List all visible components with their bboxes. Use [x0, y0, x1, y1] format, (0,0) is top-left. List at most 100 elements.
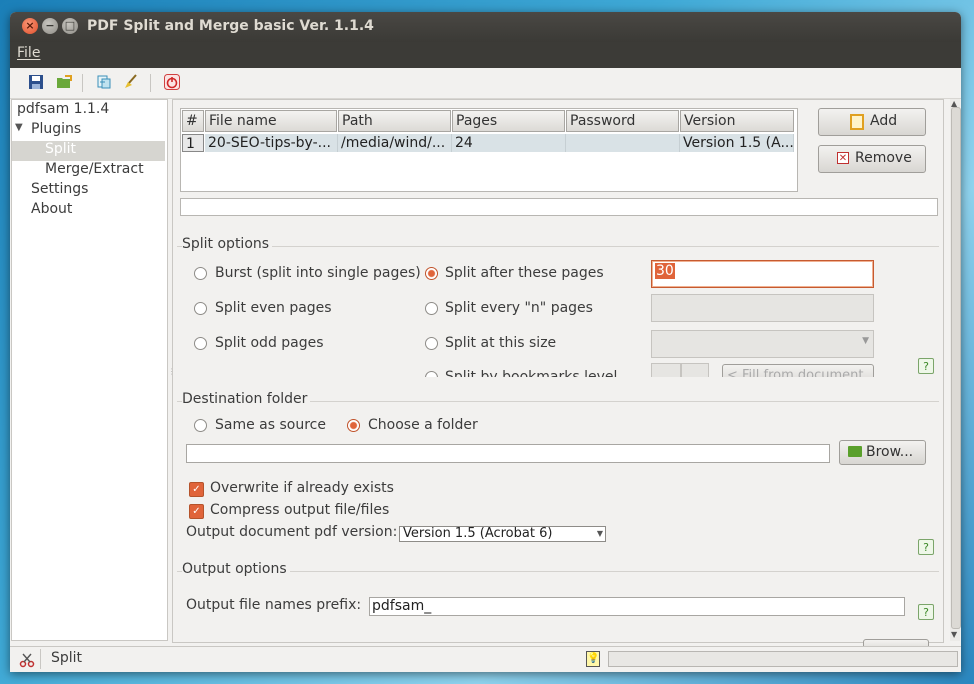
- add-file-icon: [850, 114, 864, 130]
- odd-pages-radio[interactable]: [194, 337, 207, 350]
- menu-file[interactable]: File: [17, 45, 40, 61]
- split-size-combo[interactable]: ▼: [651, 330, 874, 358]
- save-icon[interactable]: [28, 74, 44, 90]
- choose-folder-radio[interactable]: [347, 419, 360, 432]
- prefix-input[interactable]: pdfsam_: [369, 597, 905, 616]
- bookmarks-label[interactable]: Split by bookmarks level: [445, 369, 617, 377]
- every-n-radio[interactable]: [425, 302, 438, 315]
- title-bar: × − □ PDF Split and Merge basic Ver. 1.1…: [10, 12, 961, 42]
- output-options-title: Output options: [182, 561, 290, 577]
- destination-help-icon[interactable]: ?: [918, 539, 934, 555]
- compress-checkbox[interactable]: ✓: [189, 504, 204, 519]
- status-bar: Split 💡: [10, 646, 961, 672]
- column-header-version[interactable]: Version: [680, 110, 794, 132]
- exit-icon[interactable]: [164, 74, 180, 90]
- split-after-pages-input[interactable]: 30: [651, 260, 874, 288]
- split-after-label[interactable]: Split after these pages: [445, 265, 604, 281]
- toolbar: [10, 68, 961, 99]
- fill-from-document-button[interactable]: < Fill from document: [722, 364, 874, 377]
- chevron-down-icon: ▼: [596, 529, 603, 538]
- output-options-group: [177, 571, 939, 572]
- toolbar-separator: [150, 74, 151, 92]
- maximize-window-button[interactable]: □: [62, 18, 78, 34]
- table-cell-pages[interactable]: 24: [452, 134, 566, 152]
- pdf-version-label: Output document pdf version:: [186, 524, 398, 540]
- tree-root[interactable]: pdfsam 1.1.4: [17, 101, 109, 117]
- tree-item-split[interactable]: Split: [12, 141, 165, 161]
- column-header-path[interactable]: Path: [338, 110, 451, 132]
- split-options-clipped-row: Split by bookmarks level < Fill from doc…: [173, 363, 939, 377]
- even-pages-label[interactable]: Split even pages: [215, 300, 332, 316]
- panel-scrollbar[interactable]: ▲ ▼: [950, 99, 961, 641]
- split-size-label[interactable]: Split at this size: [445, 335, 556, 351]
- column-header-password[interactable]: Password: [566, 110, 679, 132]
- prefix-label: Output file names prefix:: [186, 597, 362, 613]
- output-help-icon[interactable]: ?: [918, 604, 934, 620]
- column-header-filename[interactable]: File name: [205, 110, 337, 132]
- toolbar-separator: [82, 74, 83, 92]
- every-n-input[interactable]: [651, 294, 874, 322]
- split-options-group: [177, 246, 939, 247]
- table-cell-path[interactable]: /media/wind/...: [338, 134, 452, 152]
- destination-path-input[interactable]: [186, 444, 830, 463]
- scroll-down-icon[interactable]: ▼: [951, 630, 957, 639]
- remove-button-label: Remove: [855, 150, 912, 166]
- table-cell-num[interactable]: 1: [182, 134, 204, 152]
- scissors-icon: [19, 653, 35, 668]
- clear-icon[interactable]: [123, 74, 139, 90]
- add-button-label: Add: [870, 113, 898, 129]
- add-button[interactable]: Add: [818, 108, 926, 136]
- split-after-radio[interactable]: [425, 267, 438, 280]
- bookmark-level-dropdown[interactable]: [681, 363, 709, 377]
- lightbulb-icon[interactable]: 💡: [586, 651, 600, 667]
- table-cell-password[interactable]: [566, 134, 680, 152]
- chevron-down-icon: ▼: [862, 336, 869, 346]
- choose-folder-label[interactable]: Choose a folder: [368, 417, 478, 433]
- window-title: PDF Split and Merge basic Ver. 1.1.4: [87, 18, 374, 34]
- bookmarks-radio[interactable]: [425, 371, 438, 377]
- progress-bar: [180, 198, 938, 216]
- burst-label[interactable]: Burst (split into single pages): [215, 265, 421, 281]
- minimize-window-button[interactable]: −: [42, 18, 58, 34]
- export-icon[interactable]: [96, 74, 112, 90]
- remove-icon: ✕: [837, 152, 849, 164]
- tree-item-about[interactable]: About: [31, 201, 72, 217]
- overwrite-label[interactable]: Overwrite if already exists: [210, 480, 394, 496]
- app-window: × − □ PDF Split and Merge basic Ver. 1.1…: [10, 12, 961, 672]
- menu-bar: File: [10, 42, 961, 68]
- open-icon[interactable]: [56, 74, 72, 90]
- bookmark-level-input[interactable]: [651, 363, 681, 377]
- overwrite-checkbox[interactable]: ✓: [189, 482, 204, 497]
- column-header-pages[interactable]: Pages: [452, 110, 565, 132]
- split-after-pages-value: 30: [655, 263, 675, 279]
- burst-radio[interactable]: [194, 267, 207, 280]
- remove-button[interactable]: ✕ Remove: [818, 145, 926, 173]
- tree-item-settings[interactable]: Settings: [31, 181, 88, 197]
- tree-item-merge[interactable]: Merge/Extract: [45, 161, 144, 177]
- status-progress-bar: [608, 651, 958, 667]
- plugin-tree: pdfsam 1.1.4 ▼ Plugins Split Merge/Extra…: [11, 99, 168, 641]
- tree-item-plugins[interactable]: Plugins: [31, 121, 81, 137]
- tree-expand-icon[interactable]: ▼: [15, 122, 23, 133]
- browse-button-label: Brow...: [866, 444, 914, 460]
- pdf-version-value: Version 1.5 (Acrobat 6): [403, 526, 553, 541]
- table-cell-filename[interactable]: 20-SEO-tips-by-...: [205, 134, 338, 152]
- split-panel: # File name Path Pages Password Version …: [172, 99, 944, 653]
- scrollbar-thumb[interactable]: [951, 107, 961, 629]
- table-cell-version[interactable]: Version 1.5 (A...: [680, 134, 794, 152]
- column-header-num[interactable]: #: [182, 110, 204, 132]
- split-help-icon[interactable]: ?: [918, 358, 934, 374]
- same-as-source-label[interactable]: Same as source: [215, 417, 326, 433]
- even-pages-radio[interactable]: [194, 302, 207, 315]
- pdf-version-select[interactable]: Version 1.5 (Acrobat 6) ▼: [399, 526, 606, 542]
- split-size-radio[interactable]: [425, 337, 438, 350]
- same-as-source-radio[interactable]: [194, 419, 207, 432]
- file-table: # File name Path Pages Password Version …: [180, 108, 798, 192]
- destination-title: Destination folder: [182, 391, 311, 407]
- odd-pages-label[interactable]: Split odd pages: [215, 335, 324, 351]
- close-window-button[interactable]: ×: [22, 18, 38, 34]
- every-n-label[interactable]: Split every "n" pages: [445, 300, 593, 316]
- status-separator: [40, 649, 41, 669]
- browse-button[interactable]: Brow...: [839, 440, 926, 465]
- compress-label[interactable]: Compress output file/files: [210, 502, 389, 518]
